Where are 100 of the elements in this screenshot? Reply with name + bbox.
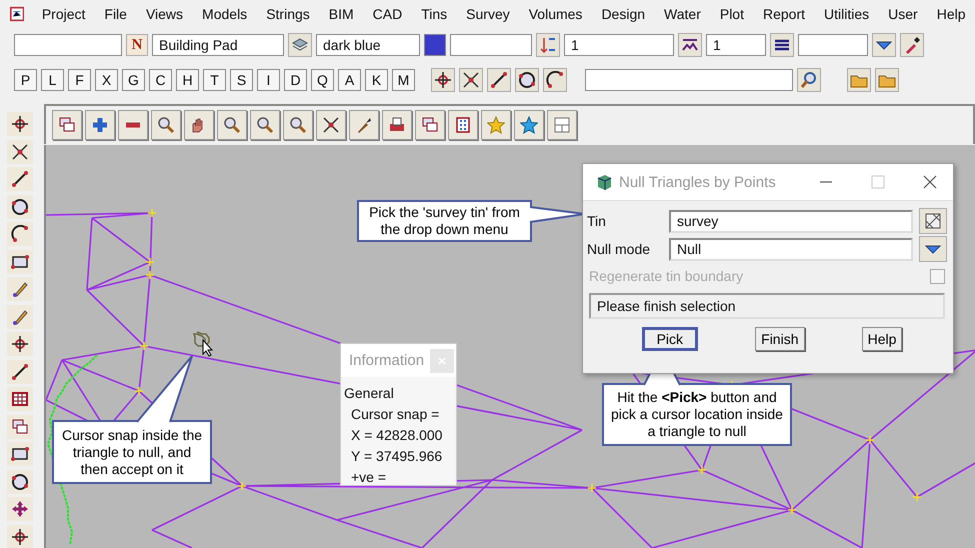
text-field[interactable] [14, 34, 122, 56]
menu-item[interactable]: Water [654, 6, 710, 22]
dimension-icon[interactable] [7, 360, 33, 384]
move-icon[interactable] [7, 497, 33, 521]
menu-item[interactable]: CAD [363, 6, 412, 22]
vertex-marker [147, 208, 157, 218]
minus-icon[interactable] [118, 110, 148, 140]
menu-item[interactable]: Tins [412, 6, 457, 22]
input-field[interactable]: Null [669, 238, 913, 260]
printer-icon[interactable] [382, 110, 412, 140]
menu-item[interactable]: Models [192, 6, 257, 22]
info-line: Y = 37495.966 [350, 447, 444, 466]
cross-icon[interactable] [7, 140, 33, 164]
mode-key[interactable]: X [95, 69, 118, 91]
text-field[interactable] [450, 34, 532, 56]
zoom-icon[interactable] [250, 110, 280, 140]
dropdown-icon[interactable] [919, 236, 947, 262]
hand-icon[interactable] [184, 110, 214, 140]
info-line: Cursor snap = [350, 405, 440, 424]
cross-icon[interactable] [316, 110, 346, 140]
sort-icon[interactable] [536, 33, 560, 57]
menu-item[interactable]: Strings [256, 6, 320, 22]
zoom-icon[interactable] [283, 110, 313, 140]
mode-key[interactable]: M [392, 69, 415, 91]
point-icon[interactable] [7, 332, 33, 356]
mode-key[interactable]: K [365, 69, 388, 91]
folder-icon[interactable] [847, 68, 871, 92]
table-icon[interactable] [7, 387, 33, 411]
search-icon[interactable] [797, 68, 821, 92]
profile-icon[interactable] [678, 33, 702, 57]
menu-item[interactable]: Report [753, 6, 815, 22]
text-field[interactable] [798, 34, 868, 56]
point-icon[interactable] [431, 68, 455, 92]
menu-item[interactable]: Survey [456, 6, 520, 22]
input-field[interactable]: survey [669, 210, 913, 232]
search-field[interactable] [585, 69, 793, 91]
weight-field[interactable]: 1 [706, 34, 766, 56]
colour-field[interactable]: dark blue [316, 34, 420, 56]
rectangle-icon[interactable] [7, 250, 33, 274]
tin-picker-icon[interactable] [919, 208, 947, 234]
mode-key[interactable]: L [41, 69, 64, 91]
menu-item[interactable]: BIM [319, 6, 364, 22]
vertex-marker [787, 505, 797, 515]
mode-key[interactable]: F [68, 69, 91, 91]
dialog-button[interactable]: Pick [642, 327, 698, 351]
close-icon[interactable] [922, 174, 938, 190]
mode-key[interactable]: G [122, 69, 145, 91]
mode-key[interactable]: D [284, 69, 307, 91]
arc-icon[interactable] [7, 222, 33, 246]
menu-item[interactable]: Design [592, 6, 655, 22]
grid-icon[interactable] [448, 110, 478, 140]
height-field[interactable]: 1 [564, 34, 674, 56]
windows-icon[interactable] [415, 110, 445, 140]
dropdown-icon[interactable] [872, 33, 896, 57]
menu-item[interactable]: Volumes [519, 6, 592, 22]
colour-swatch[interactable] [424, 34, 446, 56]
mode-key[interactable]: P [14, 69, 37, 91]
vertex-marker [697, 465, 707, 475]
point-icon[interactable] [7, 524, 33, 548]
brush-icon[interactable] [349, 110, 379, 140]
zoom-icon[interactable] [217, 110, 247, 140]
dialog-button[interactable]: Finish [755, 327, 804, 351]
point-icon[interactable] [7, 112, 33, 136]
dialog-button[interactable]: Help [862, 327, 902, 351]
menu-item[interactable]: File [94, 6, 136, 22]
menu-item[interactable]: Views [136, 6, 193, 22]
mode-key[interactable]: I [257, 69, 280, 91]
shape-icon[interactable] [7, 442, 33, 466]
menu-item[interactable]: Help [927, 6, 975, 22]
info-line: +ve = [350, 468, 388, 485]
menu-item[interactable]: Plot [710, 6, 754, 22]
mode-key[interactable]: A [338, 69, 361, 91]
dialog-title: Null Triangles by Points [619, 174, 777, 190]
mode-key[interactable]: H [176, 69, 199, 91]
menu-item[interactable]: Utilities [814, 6, 879, 22]
dropper-icon[interactable] [900, 33, 924, 57]
status-field: Please finish selection [589, 293, 945, 319]
panel-icon[interactable] [547, 110, 577, 140]
cross-icon[interactable] [459, 68, 483, 92]
window-icon[interactable] [52, 110, 82, 140]
pencil-icon[interactable] [7, 304, 33, 328]
plus-icon[interactable] [85, 110, 115, 140]
model-field[interactable]: Building Pad [152, 34, 284, 56]
pencil-icon[interactable] [7, 277, 33, 301]
arc-icon[interactable] [543, 68, 567, 92]
vertex-marker [912, 492, 922, 502]
window-icon[interactable] [7, 414, 33, 438]
line-weight-icon[interactable] [770, 33, 794, 57]
menu-item[interactable]: User [878, 6, 928, 22]
layers-icon[interactable] [288, 33, 312, 57]
menu-item[interactable]: Project [32, 6, 95, 22]
vertex-marker [587, 483, 597, 493]
mode-key[interactable]: C [149, 69, 172, 91]
zoom-icon[interactable] [151, 110, 181, 140]
name-button[interactable]: N [126, 34, 148, 56]
app-icon[interactable] [10, 4, 24, 24]
folder-icon[interactable] [875, 68, 899, 92]
mode-key[interactable]: T [203, 69, 226, 91]
mode-key[interactable]: S [230, 69, 253, 91]
mode-key[interactable]: Q [311, 69, 334, 91]
